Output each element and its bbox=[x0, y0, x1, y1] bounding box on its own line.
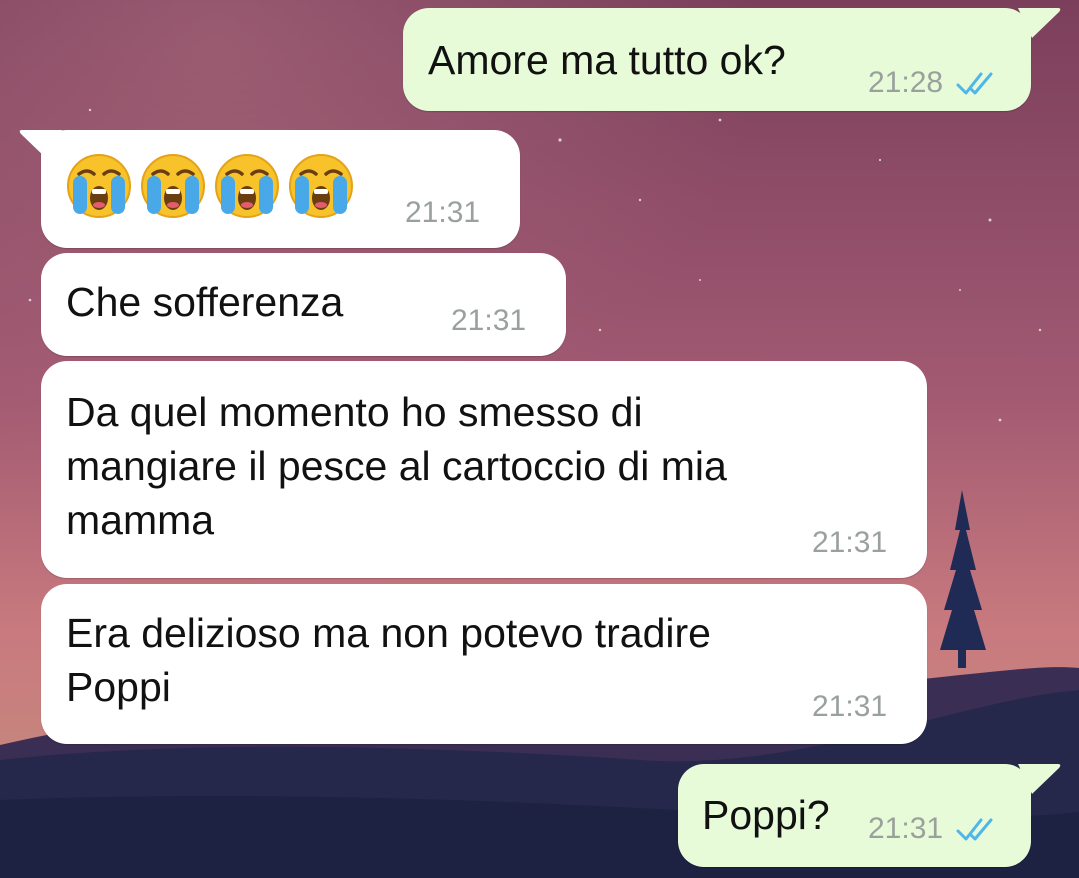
message-bubble-incoming[interactable]: Da quel momento ho smesso di mangiare il… bbox=[41, 361, 927, 578]
message-text: Era delizioso ma non potevo tradire Popp… bbox=[66, 610, 711, 710]
message-text: Che sofferenza bbox=[66, 279, 344, 325]
message-bubble-incoming[interactable]: Che sofferenza 21:31 bbox=[41, 253, 566, 356]
message-time: 21:31 bbox=[812, 526, 888, 559]
message-text: Amore ma tutto ok? bbox=[428, 37, 786, 83]
message-bubble-incoming[interactable]: 21:31 bbox=[41, 130, 520, 248]
loudly-crying-face-emoji bbox=[67, 154, 131, 218]
message-meta: 21:31 bbox=[405, 196, 480, 230]
message-time: 21:31 bbox=[812, 690, 888, 723]
message-bubble-incoming[interactable]: Era delizioso ma non potevo tradire Popp… bbox=[41, 584, 927, 744]
loudly-crying-face-emoji bbox=[141, 154, 205, 218]
message-meta: 21:31 bbox=[868, 812, 999, 846]
message-time: 21:31 bbox=[868, 812, 944, 845]
message-bubble-outgoing[interactable]: Poppi? 21:31 bbox=[678, 764, 1031, 867]
message-meta: 21:31 bbox=[812, 690, 887, 724]
message-time: 21:31 bbox=[451, 304, 527, 337]
message-bubble-outgoing[interactable]: Amore ma tutto ok? 21:28 bbox=[403, 8, 1031, 111]
loudly-crying-face-emoji bbox=[289, 154, 353, 218]
message-meta: 21:31 bbox=[451, 304, 526, 338]
loudly-crying-face-emoji bbox=[215, 154, 279, 218]
message-meta: 21:28 bbox=[868, 66, 999, 100]
message-time: 21:28 bbox=[868, 66, 944, 99]
message-time: 21:31 bbox=[405, 196, 481, 229]
message-text: Poppi? bbox=[702, 792, 830, 838]
bubble-tail-outgoing bbox=[1018, 764, 1061, 794]
double-check-icon bbox=[956, 818, 993, 841]
message-meta: 21:31 bbox=[812, 526, 887, 560]
emoji-message bbox=[65, 152, 355, 220]
double-check-icon bbox=[956, 72, 993, 95]
bubble-tail-outgoing bbox=[1018, 8, 1061, 38]
message-text: Da quel momento ho smesso di mangiare il… bbox=[66, 389, 727, 543]
